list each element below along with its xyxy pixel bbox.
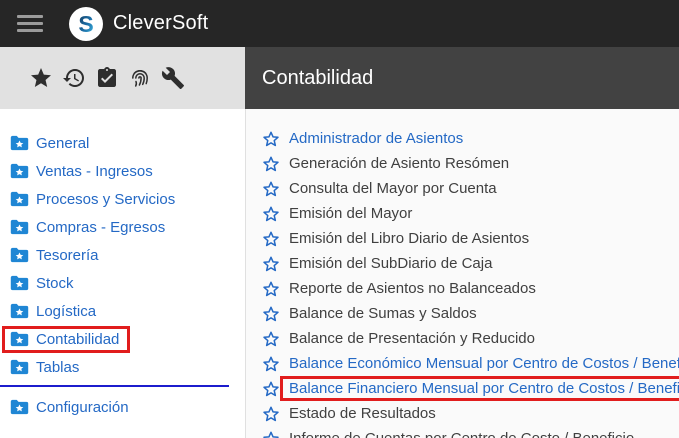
clipboard-check-icon[interactable] (95, 66, 119, 90)
sidebar-item-inner: Logística (2, 298, 107, 325)
right-panel: Contabilidad Administrador de Asientos G… (245, 47, 679, 438)
menu-item-label: Generación de Asiento Resómen (289, 155, 509, 172)
sidebar-item-logistica[interactable]: Logística (0, 297, 245, 325)
menu-item-generacion-de-asiento-resomen[interactable]: Generación de Asiento Resómen (246, 151, 679, 176)
menu-item-balance-economico-mensual-por-centro-de-costos-beneficios[interactable]: Balance Económico Mensual por Centro de … (246, 351, 679, 376)
menu-item-informe-de-cuentas-por-centro-de-costo-beneficio[interactable]: Informe de Cuentas por Centro de Costo /… (246, 426, 679, 438)
sidebar-item-general[interactable]: General (0, 129, 245, 157)
sidebar-item-compras-egresos[interactable]: Compras - Egresos (0, 213, 245, 241)
menu-item-label: Administrador de Asientos (289, 130, 463, 147)
sidebar-item-inner: Tablas (2, 354, 90, 381)
star-outline-icon[interactable] (262, 255, 280, 273)
star-outline-icon[interactable] (262, 380, 280, 398)
sidebar: General Ventas - Ingresos Procesos y Ser… (0, 109, 245, 438)
sidebar-item-inner: Configuración (2, 394, 140, 421)
menu-item-balance-financiero-mensual-por-centro-de-costos-beneficios[interactable]: Balance Financiero Mensual por Centro de… (246, 376, 679, 401)
menu-item-emision-del-libro-diario-de-asientos[interactable]: Emisión del Libro Diario de Asientos (246, 226, 679, 251)
svg-text:S: S (78, 11, 93, 37)
folder-star-icon (10, 247, 29, 263)
history-icon[interactable] (62, 66, 86, 90)
sidebar-item-tablas[interactable]: Tablas (0, 353, 245, 381)
sidebar-item-label: Procesos y Servicios (36, 191, 175, 208)
menu-item-consulta-del-mayor-por-cuenta[interactable]: Consulta del Mayor por Cuenta (246, 176, 679, 201)
menu-item-balance-de-presentacion-y-reducido[interactable]: Balance de Presentación y Reducido (246, 326, 679, 351)
menu-item-label: Balance de Presentación y Reducido (289, 330, 535, 347)
sidebar-item-label: Logística (36, 303, 96, 320)
star-outline-icon[interactable] (262, 205, 280, 223)
sidebar-item-label: Configuración (36, 399, 129, 416)
panel-title: Contabilidad (262, 67, 373, 90)
folder-star-icon (10, 275, 29, 291)
folder-star-icon (10, 399, 29, 415)
menu-item-label: Emisión del Libro Diario de Asientos (289, 230, 529, 247)
sidebar-item-label: Contabilidad (36, 331, 119, 348)
menu-item-label: Estado de Resultados (289, 405, 436, 422)
menu-item-estado-de-resultados[interactable]: Estado de Resultados (246, 401, 679, 426)
menu-item-reporte-de-asientos-no-balanceados[interactable]: Reporte de Asientos no Balanceados (246, 276, 679, 301)
hamburger-menu-icon[interactable] (17, 15, 43, 32)
sidebar-item-ventas-ingresos[interactable]: Ventas - Ingresos (0, 157, 245, 185)
menu-item-label: Balance Financiero Mensual por Centro de… (280, 376, 679, 401)
app-title: CleverSoft (113, 12, 208, 35)
topbar: S CleverSoft (0, 0, 679, 47)
wrench-icon[interactable] (161, 66, 185, 90)
sidebar-item-label: Ventas - Ingresos (36, 163, 153, 180)
app-window: S CleverSoft (0, 0, 679, 438)
folder-star-icon (10, 219, 29, 235)
cleversoft-logo-icon: S (68, 6, 104, 42)
star-outline-icon[interactable] (262, 155, 280, 173)
favorites-star-icon[interactable] (29, 66, 53, 90)
sidebar-item-inner: Tesorería (2, 242, 110, 269)
sidebar-item-inner: Procesos y Servicios (2, 186, 186, 213)
folder-star-icon (10, 331, 29, 347)
star-outline-icon[interactable] (262, 280, 280, 298)
fingerprint-icon[interactable] (128, 66, 152, 90)
menu-item-balance-de-sumas-y-saldos[interactable]: Balance de Sumas y Saldos (246, 301, 679, 326)
sidebar-item-configuracion[interactable]: Configuración (0, 393, 245, 421)
menu-item-emision-del-mayor[interactable]: Emisión del Mayor (246, 201, 679, 226)
folder-star-icon (10, 359, 29, 375)
menu-list: Administrador de Asientos Generación de … (245, 109, 679, 438)
star-outline-icon[interactable] (262, 305, 280, 323)
sidebar-item-inner: Stock (2, 270, 85, 297)
star-outline-icon[interactable] (262, 230, 280, 248)
sidebar-item-label: Tablas (36, 359, 79, 376)
sidebar-item-contabilidad[interactable]: Contabilidad (0, 325, 245, 353)
sidebar-item-label: General (36, 135, 89, 152)
left-panel: General Ventas - Ingresos Procesos y Ser… (0, 47, 245, 438)
menu-item-label: Reporte de Asientos no Balanceados (289, 280, 536, 297)
menu-item-label: Consulta del Mayor por Cuenta (289, 180, 497, 197)
sidebar-item-inner: Contabilidad (2, 326, 130, 353)
star-outline-icon[interactable] (262, 405, 280, 423)
folder-star-icon (10, 163, 29, 179)
sidebar-item-tesoreria[interactable]: Tesorería (0, 241, 245, 269)
menu-item-emision-del-subdiario-de-caja[interactable]: Emisión del SubDiario de Caja (246, 251, 679, 276)
star-outline-icon[interactable] (262, 330, 280, 348)
sidebar-item-procesos-y-servicios[interactable]: Procesos y Servicios (0, 185, 245, 213)
sidebar-item-label: Compras - Egresos (36, 219, 165, 236)
folder-star-icon (10, 135, 29, 151)
sidebar-item-inner: Compras - Egresos (2, 214, 176, 241)
menu-item-label: Balance de Sumas y Saldos (289, 305, 477, 322)
panel-header: Contabilidad (245, 47, 679, 109)
sidebar-item-label: Tesorería (36, 247, 99, 264)
star-outline-icon[interactable] (262, 355, 280, 373)
sidebar-item-stock[interactable]: Stock (0, 269, 245, 297)
menu-item-label: Informe de Cuentas por Centro de Costo /… (289, 430, 634, 438)
menu-item-administrador-de-asientos[interactable]: Administrador de Asientos (246, 126, 679, 151)
menu-item-label: Balance Económico Mensual por Centro de … (289, 355, 679, 372)
menu-item-label: Emisión del Mayor (289, 205, 412, 222)
star-outline-icon[interactable] (262, 430, 280, 438)
star-outline-icon[interactable] (262, 180, 280, 198)
star-outline-icon[interactable] (262, 130, 280, 148)
sidebar-item-inner: Ventas - Ingresos (2, 158, 164, 185)
folder-star-icon (10, 191, 29, 207)
sidebar-divider (0, 385, 229, 387)
sidebar-item-label: Stock (36, 275, 74, 292)
menu-item-label: Emisión del SubDiario de Caja (289, 255, 492, 272)
sidebar-item-inner: General (2, 130, 100, 157)
toolbar (0, 47, 245, 109)
folder-star-icon (10, 303, 29, 319)
